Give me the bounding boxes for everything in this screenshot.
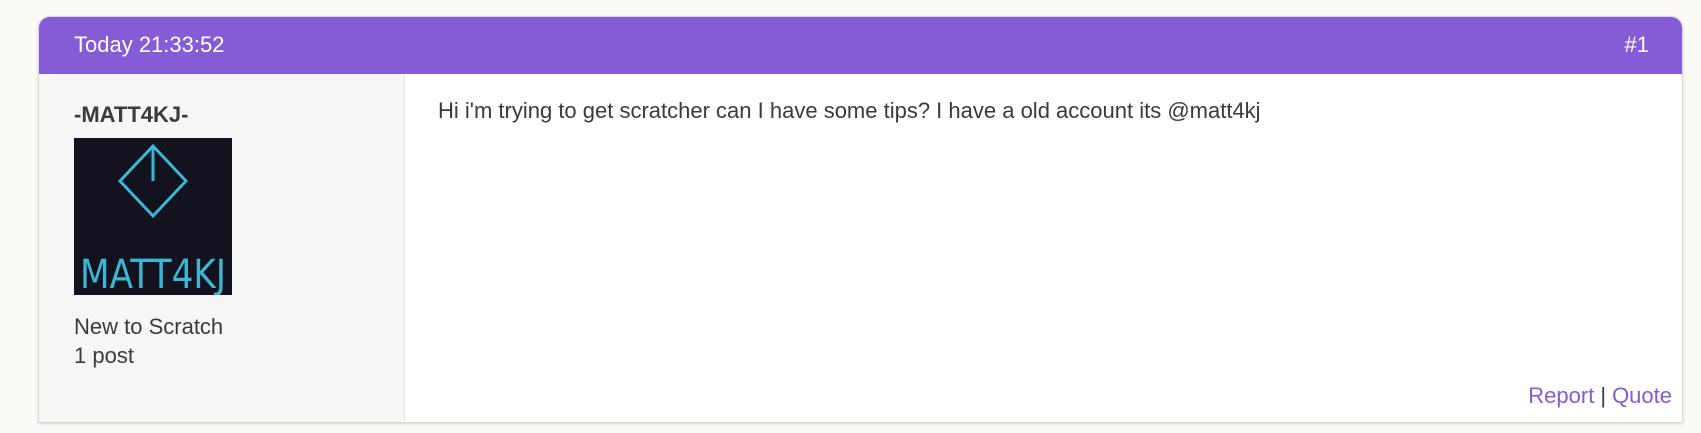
report-link[interactable]: Report (1528, 383, 1594, 408)
avatar-logo-icon: MATT4KJ (80, 143, 226, 295)
forum-post: Today 21:33:52 #1 -MATT4KJ- MATT4KJ New … (38, 16, 1683, 423)
post-body-text: Hi i'm trying to get scratcher can I hav… (438, 98, 1261, 123)
author-panel: -MATT4KJ- MATT4KJ New to Scratch 1 post (39, 74, 405, 422)
avatar[interactable]: MATT4KJ (74, 138, 232, 295)
post-number-link[interactable]: #1 (1625, 32, 1649, 58)
post-actions: Report | Quote (1528, 383, 1672, 409)
author-post-count: 1 post (74, 343, 134, 368)
action-separator: | (1600, 383, 1607, 408)
author-username[interactable]: -MATT4KJ- (74, 102, 188, 128)
post-timestamp: Today 21:33:52 (74, 32, 225, 57)
avatar-logo-text: MATT4KJ (80, 252, 226, 295)
post-header: Today 21:33:52 #1 (39, 17, 1682, 74)
quote-link[interactable]: Quote (1612, 383, 1672, 408)
author-rank: New to Scratch (74, 314, 224, 339)
